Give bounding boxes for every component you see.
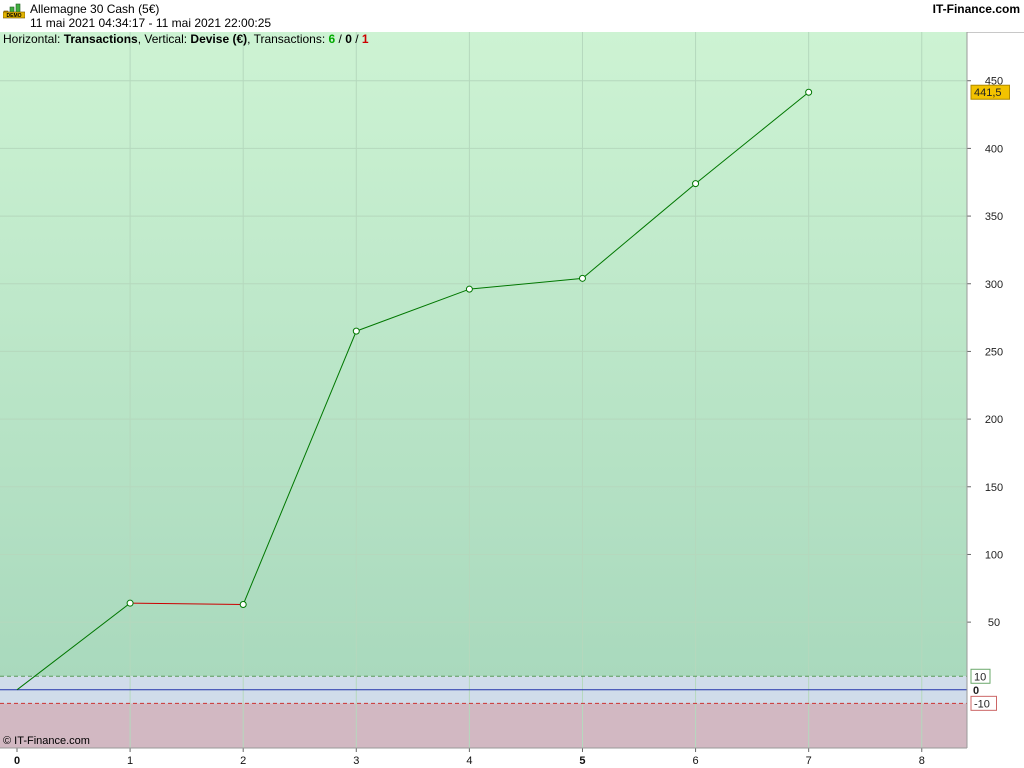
loss-zone (0, 703, 967, 748)
y-tick-label: 400 (985, 143, 1003, 155)
equity-point (692, 180, 700, 188)
x-tick-label: 6 (693, 755, 699, 767)
last-value-label-text: 441,5 (974, 87, 1002, 99)
x-tick-label: 5 (579, 755, 585, 767)
y-tick-label: 250 (985, 346, 1003, 358)
equity-point (239, 601, 247, 609)
x-tick-label: 3 (353, 755, 359, 767)
x-tick-label: 7 (806, 755, 812, 767)
horizontal-label: Horizontal: (3, 32, 64, 46)
y-tick-label: 150 (985, 482, 1003, 494)
y-tick-label: 50 (988, 617, 1000, 629)
lower-threshold-label-text: -10 (974, 698, 990, 710)
horizontal-value: Transactions (63, 32, 138, 46)
upper-threshold-label: 10 (970, 668, 991, 684)
vertical-label: , Vertical: (137, 32, 191, 46)
equity-point (126, 599, 134, 607)
lower-threshold-label: -10 (970, 695, 997, 711)
y-axis: 50100150200250300350400450010-10441,5 (967, 76, 1010, 711)
neutral-count: 0 (345, 32, 352, 46)
equity-point (805, 88, 813, 96)
equity-chart: 50100150200250300350400450010-10441,5 01… (0, 32, 1010, 767)
equity-point (578, 274, 586, 282)
x-tick-label: 0 (14, 755, 20, 767)
profit-zone (0, 32, 967, 677)
equity-point (352, 327, 360, 335)
x-tick-label: 1 (127, 755, 133, 767)
vertical-value: Devise (€) (190, 32, 248, 46)
x-tick-label: 8 (919, 755, 925, 767)
separator: / (335, 32, 346, 46)
copyright-notice: © IT-Finance.com (3, 735, 90, 747)
chart-info: Horizontal: Transactions, Vertical: Devi… (3, 32, 369, 46)
y-tick-label: 350 (985, 211, 1003, 223)
equity-point (465, 285, 473, 293)
losses-count: 1 (361, 32, 369, 46)
zero-label: 0 (973, 685, 979, 697)
x-tick-label: 4 (466, 755, 472, 767)
y-tick-label: 100 (985, 549, 1003, 561)
separator: / (351, 32, 362, 46)
upper-threshold-label-text: 10 (974, 671, 986, 683)
x-tick-label: 2 (240, 755, 246, 767)
last-value-label: 441,5 (970, 84, 1010, 100)
transactions-label: , Transactions: (247, 32, 329, 46)
y-tick-label: 300 (985, 279, 1003, 291)
y-tick-label: 200 (985, 414, 1003, 426)
x-axis: 0 1 2 3 4 5 6 7 8 (14, 748, 925, 767)
